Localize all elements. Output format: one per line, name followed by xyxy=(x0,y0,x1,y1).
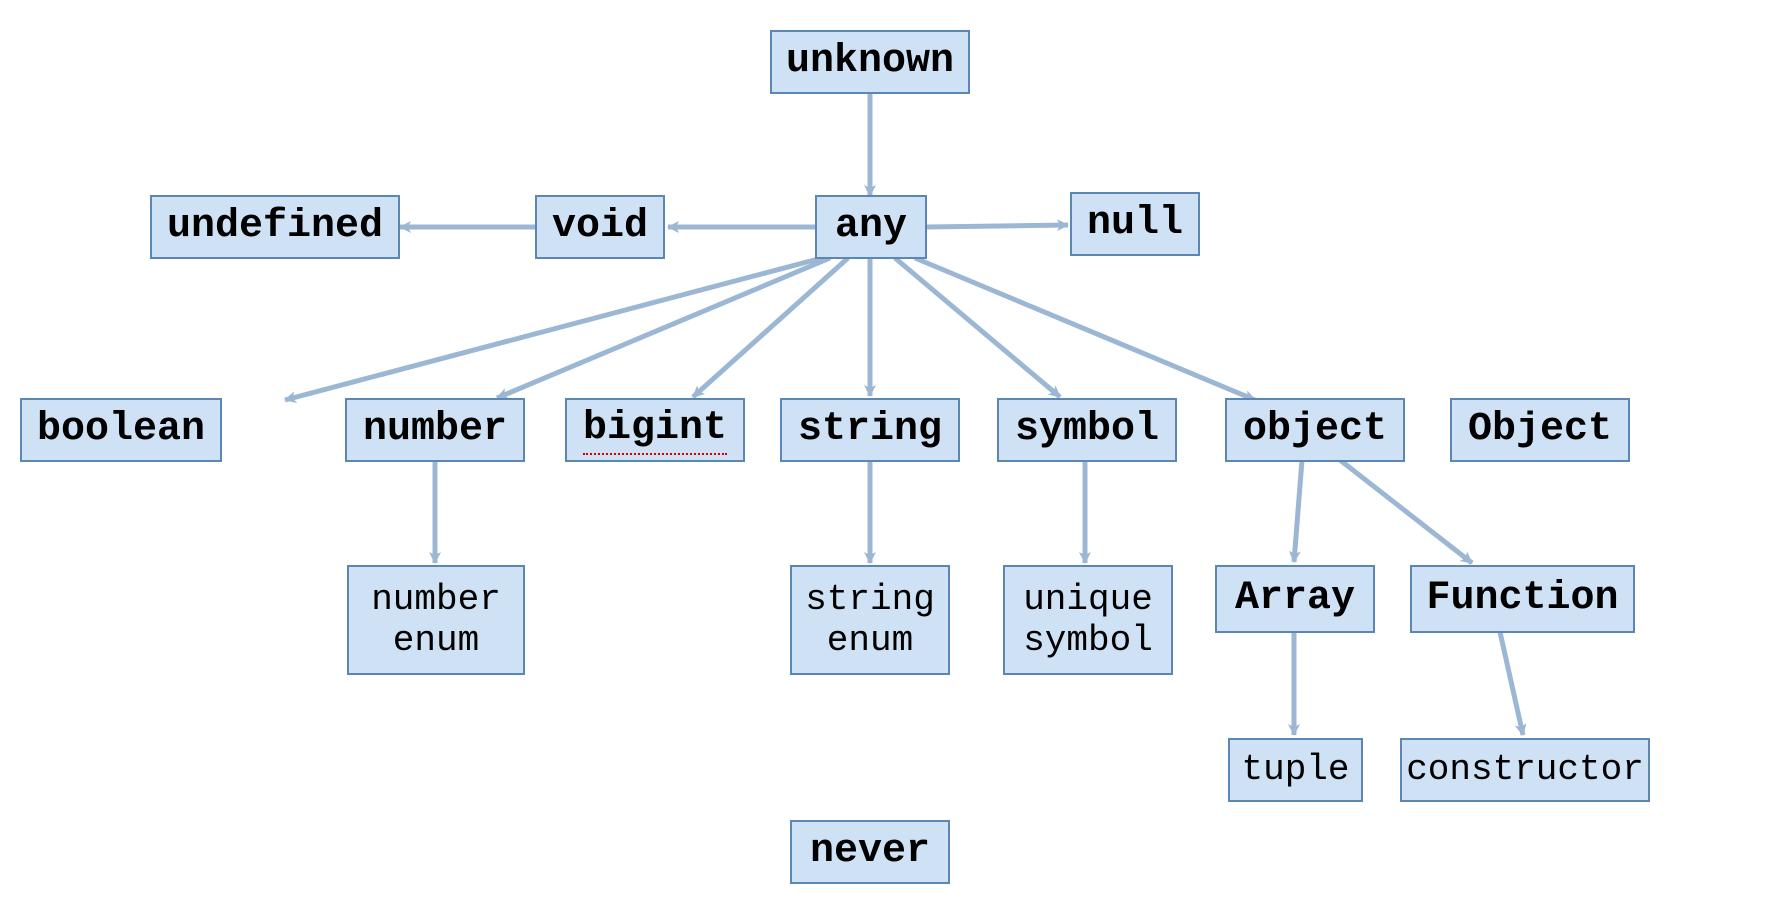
node-label: unknown xyxy=(786,39,954,85)
node-label: unique symbol xyxy=(1023,579,1153,662)
node-bigint: bigint xyxy=(565,398,745,462)
node-object-lowercase: object xyxy=(1225,398,1405,462)
node-string-enum: string enum xyxy=(790,565,950,675)
edge-any-number xyxy=(497,258,830,398)
node-symbol: symbol xyxy=(997,398,1177,462)
node-label: boolean xyxy=(37,407,205,453)
node-unknown: unknown xyxy=(770,30,970,94)
node-label: symbol xyxy=(1015,407,1159,453)
node-label: Array xyxy=(1235,576,1355,622)
node-label: Function xyxy=(1426,576,1618,622)
node-label: string enum xyxy=(805,579,935,662)
edge-any-null xyxy=(927,225,1068,227)
node-label: bigint xyxy=(583,406,727,455)
node-label: constructor xyxy=(1406,749,1644,790)
node-label: never xyxy=(810,829,930,875)
node-label: null xyxy=(1087,201,1183,247)
node-label: undefined xyxy=(167,204,383,250)
node-object-uppercase: Object xyxy=(1450,398,1630,462)
node-void: void xyxy=(535,195,665,259)
node-label: object xyxy=(1243,407,1387,453)
node-null: null xyxy=(1070,192,1200,256)
node-label: number xyxy=(363,407,507,453)
node-number-enum: number enum xyxy=(347,565,525,675)
node-label: string xyxy=(798,407,942,453)
node-undefined: undefined xyxy=(150,195,400,259)
edge-any-bigint xyxy=(693,258,848,397)
diagram-canvas: unknown undefined void any null boolean … xyxy=(0,0,1780,912)
node-function: Function xyxy=(1410,565,1635,633)
node-string: string xyxy=(780,398,960,462)
node-label: tuple xyxy=(1241,749,1349,790)
edge-any-object xyxy=(915,258,1255,400)
node-number: number xyxy=(345,398,525,462)
edge-any-boolean xyxy=(285,258,822,400)
node-tuple: tuple xyxy=(1228,738,1363,802)
edge-function-constructor xyxy=(1500,632,1523,735)
node-constructor: constructor xyxy=(1400,738,1650,802)
node-array: Array xyxy=(1215,565,1375,633)
edge-object-function xyxy=(1340,460,1472,563)
edge-any-symbol xyxy=(895,258,1060,397)
node-label: Object xyxy=(1468,407,1612,453)
node-boolean: boolean xyxy=(20,398,222,462)
edge-object-array xyxy=(1294,460,1302,562)
node-label: number enum xyxy=(371,579,501,662)
node-unique-symbol: unique symbol xyxy=(1003,565,1173,675)
node-label: void xyxy=(552,204,648,250)
node-never: never xyxy=(790,820,950,884)
node-any: any xyxy=(815,195,927,259)
node-label: any xyxy=(835,204,907,250)
